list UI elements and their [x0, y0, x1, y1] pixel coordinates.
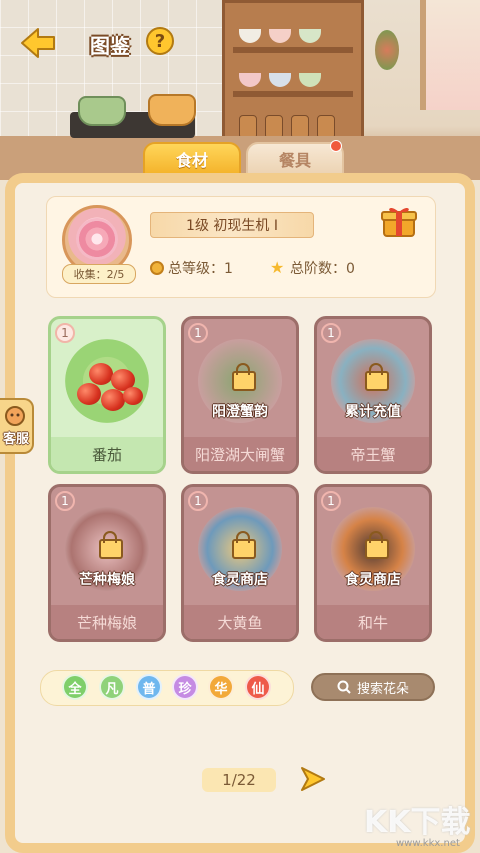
- level-title: 1级 初现生机 I: [150, 212, 314, 238]
- back-button[interactable]: [20, 26, 56, 60]
- card-meiniang[interactable]: 1 芒种梅娘 芒种梅娘: [48, 484, 166, 642]
- headset-icon: [5, 406, 25, 426]
- card-tomato[interactable]: 1 番茄: [48, 316, 166, 474]
- card-king-crab[interactable]: 1 累计充值 帝王蟹: [314, 316, 432, 474]
- watermark-logo: KK下载: [364, 805, 471, 840]
- lock-icon: [99, 531, 123, 559]
- customer-service-label: 客服: [2, 432, 29, 447]
- card-name: 帝王蟹: [317, 437, 429, 471]
- watermark-url: www.kkx.net: [396, 838, 460, 849]
- tab-ingredients[interactable]: 食材: [143, 142, 241, 176]
- card-hairy-crab[interactable]: 1 阳澄蟹韵 阳澄湖大闸蟹: [181, 316, 299, 474]
- hanging-herbs: [375, 30, 399, 70]
- medal-icon: [150, 261, 164, 275]
- gift-button[interactable]: [380, 204, 418, 238]
- orange-pot: [148, 94, 196, 126]
- unlock-hint: 累计充值: [345, 404, 401, 420]
- lock-icon: [232, 363, 256, 391]
- count-badge: 1: [321, 323, 341, 343]
- card-name: 芒种梅娘: [51, 605, 163, 639]
- back-arrow-icon: [21, 28, 55, 58]
- gift-icon: [381, 207, 417, 237]
- lock-icon: [365, 363, 389, 391]
- filter-chip-common[interactable]: 凡: [99, 674, 125, 700]
- card-name: 番茄: [51, 437, 163, 471]
- unlock-hint: 阳澄蟹韵: [212, 404, 268, 420]
- page-indicator: 1/22: [202, 768, 276, 792]
- help-button[interactable]: ?: [146, 27, 174, 55]
- page-title: 图鉴: [90, 34, 130, 58]
- count-badge: 1: [321, 491, 341, 511]
- unlock-hint: 芒种梅娘: [79, 572, 135, 588]
- count-badge: 1: [188, 491, 208, 511]
- green-pot: [78, 96, 126, 126]
- unlock-hint: 食灵商店: [212, 572, 268, 588]
- total-level: 总等级：1: [150, 258, 233, 278]
- search-icon: [337, 680, 351, 694]
- dish-cabinet: [222, 0, 364, 156]
- next-page-button[interactable]: [298, 764, 328, 794]
- search-flowers-button[interactable]: 搜索花朵: [311, 673, 435, 701]
- filter-chip-normal[interactable]: 普: [136, 674, 162, 700]
- card-name: 阳澄湖大闸蟹: [184, 437, 296, 471]
- collect-progress: 收集：2/5: [62, 264, 136, 284]
- rose-icon: [76, 218, 118, 260]
- count-badge: 1: [55, 323, 75, 343]
- star-icon: ★: [270, 258, 285, 277]
- card-wagyu[interactable]: 1 食灵商店 和牛: [314, 484, 432, 642]
- total-rank-label: 总阶数：0: [290, 261, 355, 277]
- filter-chip-all[interactable]: 全: [62, 674, 88, 700]
- filter-chip-rare[interactable]: 珍: [172, 674, 198, 700]
- total-level-label: 总等级：1: [168, 261, 233, 277]
- total-rank: ★ 总阶数：0: [270, 258, 355, 278]
- notification-dot: [330, 140, 342, 152]
- next-arrow-icon: [301, 767, 325, 791]
- search-label: 搜索花朵: [356, 681, 409, 697]
- window: [420, 0, 480, 110]
- filter-chip-immortal[interactable]: 仙: [245, 674, 271, 700]
- card-name: 大黄鱼: [184, 605, 296, 639]
- card-yellow-croaker[interactable]: 1 食灵商店 大黄鱼: [181, 484, 299, 642]
- lock-icon: [365, 531, 389, 559]
- card-name: 和牛: [317, 605, 429, 639]
- count-badge: 1: [188, 323, 208, 343]
- unlock-hint: 食灵商店: [345, 572, 401, 588]
- lock-icon: [232, 531, 256, 559]
- count-badge: 1: [55, 491, 75, 511]
- filter-chip-splendid[interactable]: 华: [208, 674, 234, 700]
